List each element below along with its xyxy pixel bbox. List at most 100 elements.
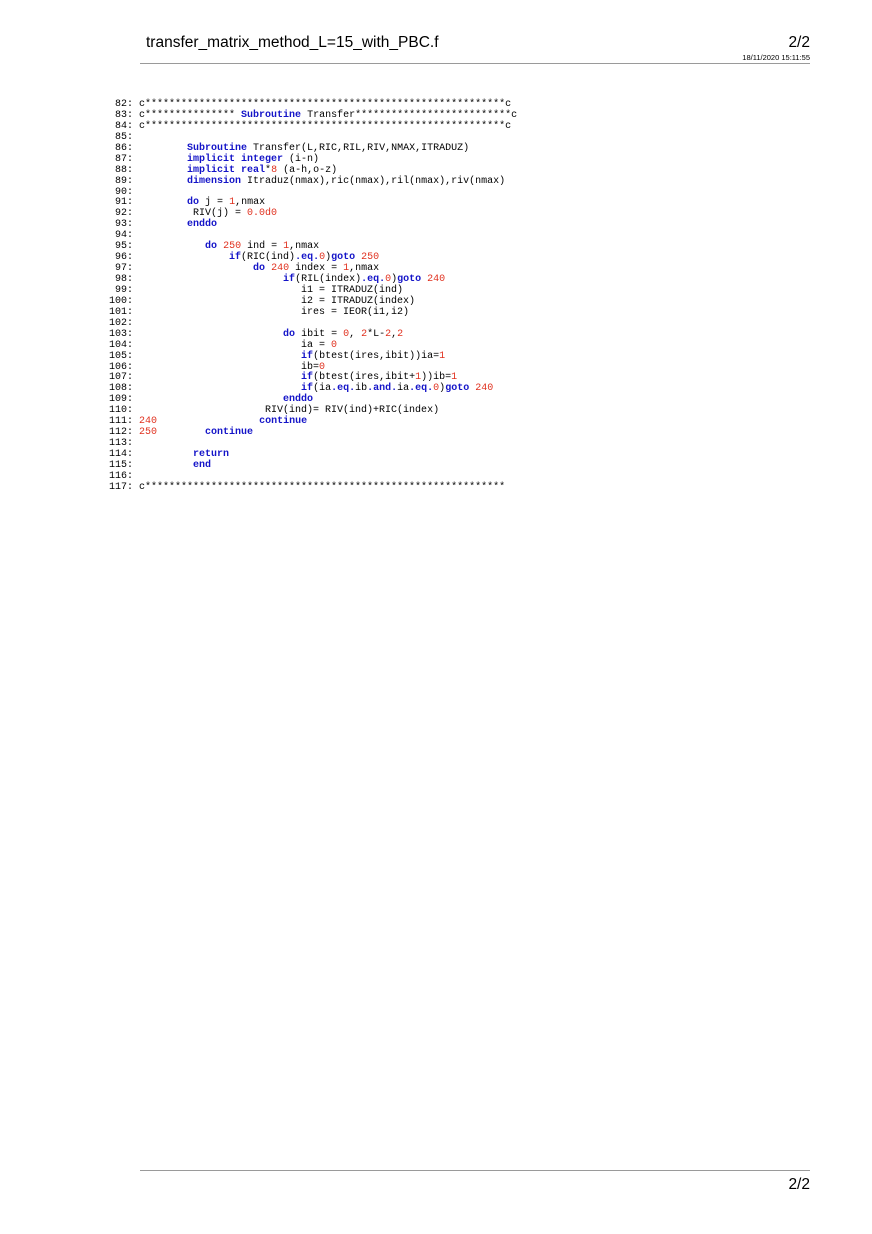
code-keyword: if — [301, 350, 314, 362]
line-separator: : — [127, 274, 140, 285]
line-number: 117 — [108, 481, 127, 493]
code-keyword: if — [283, 274, 296, 285]
code-line: 112: 250 continue — [100, 427, 517, 439]
line-separator: : — [127, 394, 140, 406]
line-separator: : — [127, 350, 140, 362]
code-line: 117: c**********************************… — [100, 481, 517, 494]
header-page-number: 2/2 — [788, 34, 810, 51]
code-text: (btest(ires,ibit))ia= — [313, 350, 440, 362]
print-datetime: 18/11/2020 15:11:55 — [742, 53, 810, 62]
code-keyword: goto — [445, 383, 470, 395]
code-text: Transfer**************************c — [301, 109, 518, 121]
code-keyword: do — [187, 197, 200, 209]
line-separator: : — [127, 142, 140, 154]
code-number: 0 — [319, 361, 326, 373]
line-separator: : — [127, 383, 140, 395]
line-separator: : — [127, 164, 140, 176]
code-text: (RIC(ind) — [241, 252, 296, 264]
code-listing: 82: c***********************************… — [100, 99, 518, 494]
code-text: ib= — [139, 361, 320, 373]
code-text: c***************************************… — [139, 99, 512, 110]
code-keyword: Subroutine — [241, 109, 302, 121]
line-separator: : — [127, 427, 140, 439]
code-text: ia — [397, 383, 410, 395]
code-keyword: if — [301, 372, 314, 384]
line-number: 104 — [108, 339, 127, 351]
line-separator: : — [127, 120, 140, 132]
code-text: ia = — [139, 339, 332, 351]
code-text: ,nmax — [235, 197, 266, 209]
code-keyword: do — [253, 263, 266, 275]
code-text: i2 = ITRADUZ(index) — [139, 295, 416, 307]
code-number: 0 — [331, 339, 338, 351]
code-keyword: .eq. — [361, 274, 386, 285]
line-separator: : — [127, 252, 140, 264]
code-number: 240 — [139, 416, 158, 428]
code-keyword: goto — [331, 252, 356, 264]
line-separator: : — [127, 361, 140, 373]
code-text: ))ib= — [421, 372, 452, 384]
code-text: *L- — [367, 328, 386, 340]
code-keyword: implicit integer — [187, 153, 284, 165]
line-separator: : — [127, 470, 140, 482]
code-text: c*************** — [139, 109, 242, 121]
code-text: (btest(ires,ibit+ — [313, 372, 416, 384]
line-separator: : — [127, 131, 140, 143]
code-text: Itraduz(nmax),ric(nmax),ril(nmax),riv(nm… — [241, 175, 506, 187]
code-number: 1 — [451, 372, 458, 384]
code-number: 1 — [439, 350, 446, 362]
code-keyword: goto — [397, 274, 422, 285]
line-separator: : — [127, 459, 140, 471]
code-number: 240 — [427, 274, 446, 285]
code-text: ,nmax — [289, 241, 320, 253]
line-separator: : — [127, 153, 140, 165]
line-separator: : — [127, 284, 140, 296]
code-line: 101: ires = IEOR(i1,i2) — [100, 307, 517, 319]
code-keyword: .eq. — [295, 252, 320, 264]
code-text: index = — [289, 263, 344, 275]
code-line: 115: end — [100, 459, 517, 472]
code-number: 250 — [361, 252, 380, 264]
line-separator: : — [127, 295, 140, 307]
footer-divider — [140, 1170, 810, 1171]
code-text: (i-n) — [283, 153, 320, 165]
line-separator: : — [127, 339, 140, 351]
code-number: 240 — [475, 383, 494, 395]
code-number: 240 — [271, 263, 290, 275]
line-separator: : — [127, 175, 140, 187]
code-text: (RIL(index) — [295, 274, 362, 285]
code-text: ind = — [241, 241, 284, 253]
code-keyword: enddo — [187, 219, 218, 231]
code-number: 250 — [223, 241, 242, 253]
code-text: ib — [355, 383, 368, 395]
code-text: c***************************************… — [139, 120, 512, 132]
line-separator: : — [127, 328, 140, 340]
line-separator: : — [127, 481, 140, 493]
code-text: j = — [199, 197, 230, 209]
line-number: 88 — [114, 164, 127, 176]
line-separator: : — [127, 219, 140, 231]
code-keyword: do — [283, 328, 296, 340]
code-text: Transfer(L,RIC,RIL,RIV,NMAX,ITRADUZ) — [247, 142, 470, 154]
line-separator: : — [127, 99, 140, 110]
code-number: 0.0d0 — [247, 208, 278, 220]
code-text: i1 = ITRADUZ(ind) — [139, 284, 404, 296]
code-line: 84: c***********************************… — [100, 120, 517, 133]
code-keyword: enddo — [283, 394, 314, 406]
line-separator: : — [127, 241, 140, 253]
code-keyword: do — [205, 241, 218, 253]
code-text: ,nmax — [349, 263, 380, 275]
